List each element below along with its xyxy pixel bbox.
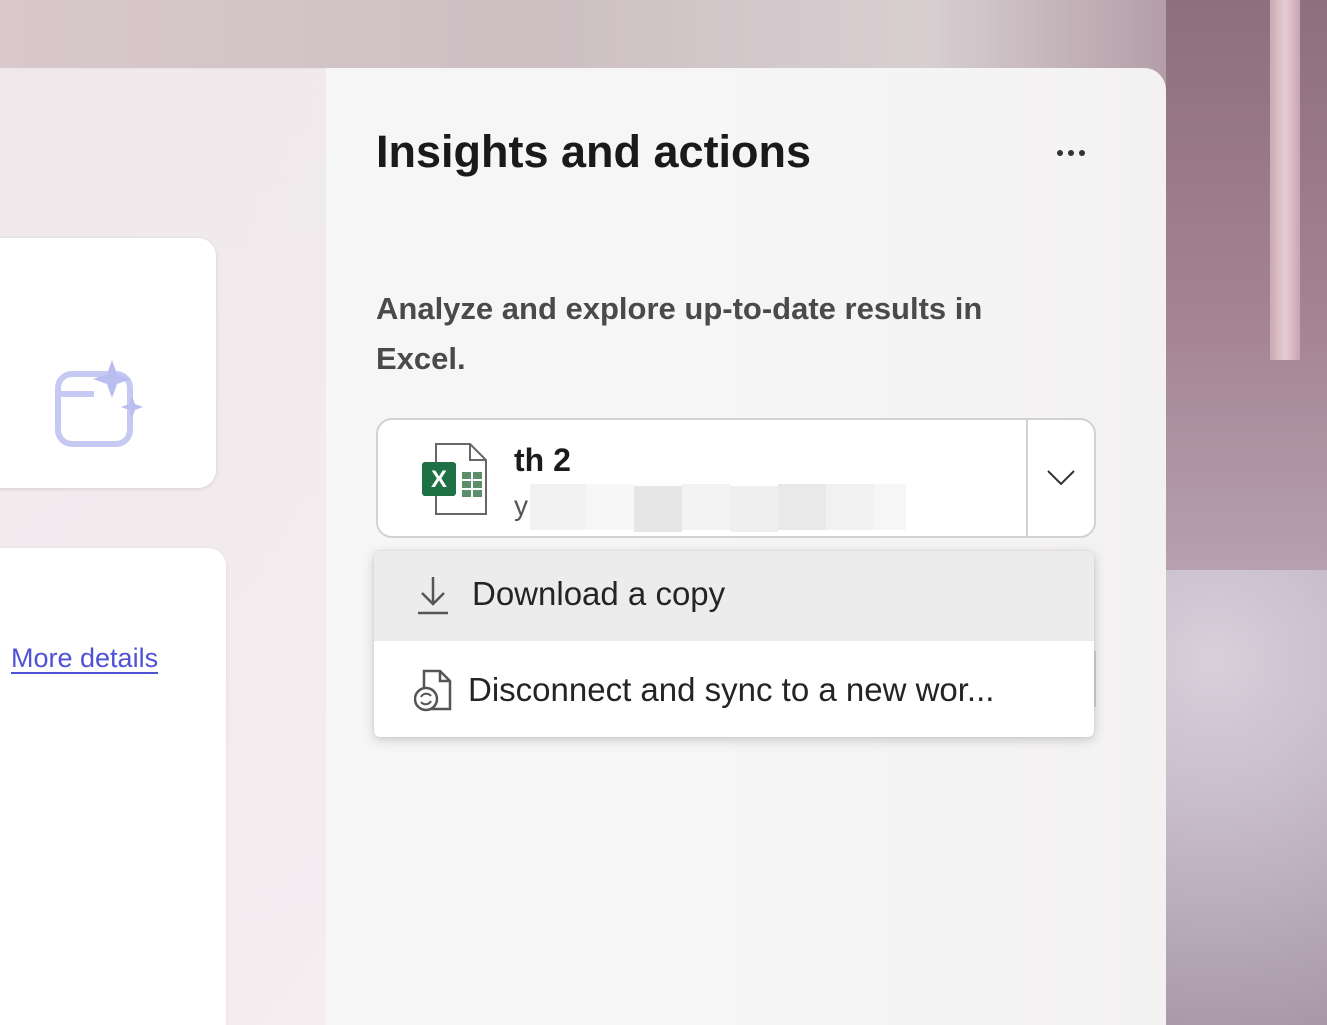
download-copy-menu-item[interactable]: Download a copy — [374, 551, 1094, 641]
details-card — [0, 548, 226, 1025]
file-dropdown-button[interactable] — [1028, 420, 1094, 536]
more-details-link[interactable]: More details — [11, 643, 158, 674]
excel-file-icon: X — [422, 443, 487, 515]
menu-item-label: Disconnect and sync to a new wor... — [468, 671, 995, 708]
background-texture — [1166, 570, 1327, 1025]
insights-panel — [326, 68, 1166, 1025]
disconnect-sync-menu-item[interactable]: Disconnect and sync to a new wor... — [374, 647, 1094, 737]
background-pillar — [1270, 0, 1300, 360]
panel-description: Analyze and explore up-to-date results i… — [376, 291, 983, 376]
file-location: y — [514, 490, 528, 521]
menu-item-label: Download a copy — [472, 575, 726, 612]
file-picker[interactable]: X th 2 y — [376, 418, 1096, 538]
page-title: Insights and actions — [376, 126, 812, 177]
more-options-button[interactable] — [1046, 135, 1096, 171]
more-dot-icon — [1079, 150, 1085, 156]
download-icon — [418, 577, 448, 615]
file-name: th 2 — [514, 442, 571, 478]
more-dot-icon — [1057, 150, 1063, 156]
more-dot-icon — [1068, 150, 1074, 156]
sparkle-window-icon — [55, 360, 143, 447]
file-actions-menu: Download a copy Disconnect and sync to a… — [374, 551, 1094, 737]
background-top — [0, 0, 1327, 70]
file-sync-icon — [414, 669, 452, 712]
svg-text:X: X — [431, 466, 447, 493]
chevron-down-icon — [1047, 470, 1075, 486]
copilot-card[interactable] — [0, 238, 216, 488]
